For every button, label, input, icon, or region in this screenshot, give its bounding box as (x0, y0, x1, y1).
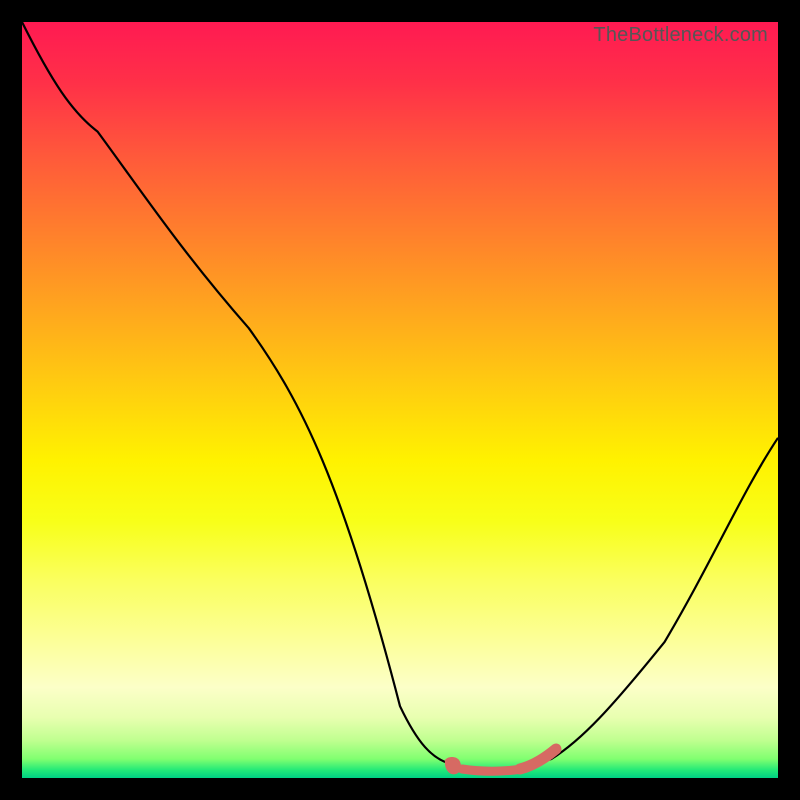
chart-frame: TheBottleneck.com (0, 0, 800, 800)
highlight-flat (462, 769, 522, 771)
curve-layer (22, 22, 778, 778)
plot-area: TheBottleneck.com (22, 22, 778, 778)
highlight-rise (520, 749, 556, 769)
bottleneck-curve (22, 22, 778, 770)
